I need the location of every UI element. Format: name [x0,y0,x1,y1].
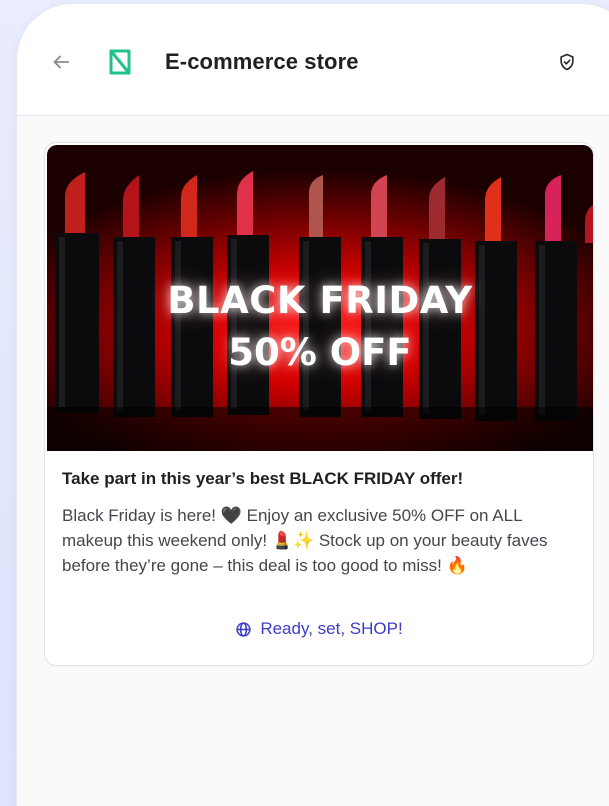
back-button[interactable] [47,48,75,76]
shop-link-button[interactable]: Ready, set, SHOP! [45,615,593,643]
promo-card[interactable]: BLACK FRIDAY 50% OFF Take part in this y… [44,142,594,666]
banner-discount: 50% OFF [228,331,412,374]
phone-frame: E-commerce store BLACK FRIDAY 50% OFF Ta… [17,4,609,806]
card-description: Black Friday is here! 🖤 Enjoy an exclusi… [62,506,548,575]
globe-icon [236,621,251,637]
promo-banner-image: BLACK FRIDAY 50% OFF [47,145,593,451]
app-header: E-commerce store [17,4,609,116]
card-title: Take part in this year’s best BLACK FRID… [62,469,464,488]
banner-headline: BLACK FRIDAY [167,279,473,322]
shield-check-icon [560,53,574,71]
arrow-left-icon [53,55,70,69]
page-title: E-commerce store [165,49,359,74]
shop-link-label: Ready, set, SHOP! [260,619,403,638]
security-button[interactable] [555,50,579,74]
lipstick-bullets [65,171,593,243]
lipstick-cases [55,233,577,421]
brand-logo-icon [109,49,131,75]
